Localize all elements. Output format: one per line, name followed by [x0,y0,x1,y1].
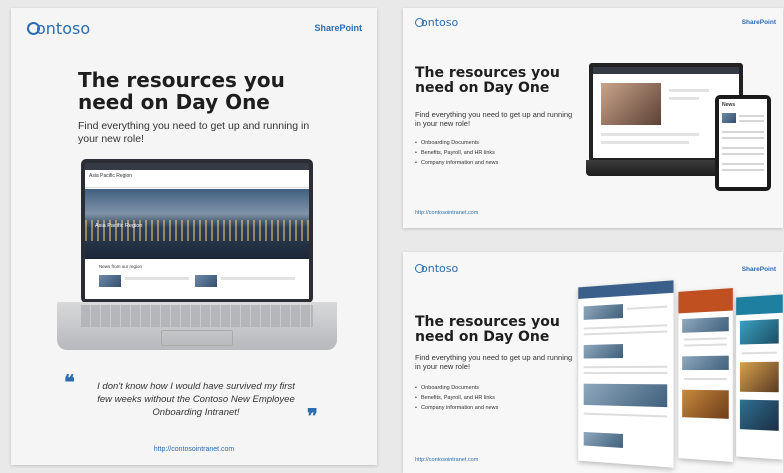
suite-bar [85,163,309,170]
page-line [741,351,777,355]
content-line [669,89,709,92]
phone-line [722,153,764,155]
flyer-subtitle: Find everything you need to get up and r… [415,110,573,128]
page-line [583,324,668,330]
intranet-link[interactable]: http://contosointranet.com [415,457,478,463]
page-image [682,355,729,371]
page-image [682,389,729,419]
page-line [583,371,668,374]
news-line [125,277,189,280]
page-header-bar [578,280,674,299]
phone-line [722,131,764,133]
site-page-preview [736,294,783,460]
feature-item: Company information and news [415,159,498,169]
news-section-title: News from our region [99,264,143,269]
phone-thumb [722,113,736,123]
page-line [684,343,727,347]
laptop-screen: Asia Pacific Region Asia Pacific Region … [81,159,313,303]
hero-image [601,83,661,125]
sharepoint-label: SharePoint [314,23,362,33]
site-header: Asia Pacific Region [85,170,309,188]
content-line [601,133,699,136]
phone-line [722,137,764,139]
logo-text: ontoso [36,19,91,38]
page-line [583,412,668,418]
page-image [739,399,779,431]
news-line [221,277,295,280]
laptop-trackpad [161,330,233,346]
feature-list: Onboarding Documents Benefits, Payroll, … [415,384,498,414]
phone-device: News [715,95,771,191]
content-line [601,141,689,144]
page-line [684,377,727,381]
feature-item: Benefits, Payroll, and HR links [415,149,498,159]
logo-text: ontoso [421,262,459,275]
intranet-link[interactable]: http://contosointranet.com [415,210,478,216]
feature-item: Benefits, Payroll, and HR links [415,394,498,404]
page-image [583,304,624,320]
page-image [583,431,624,448]
hero-label: Asia Pacific Region [95,223,143,229]
page-image [583,383,668,408]
suite-bar [593,67,739,74]
feature-item: Onboarding Documents [415,384,498,394]
portrait-flyer-card: ontoso SharePoint The resources you need… [11,8,377,465]
phone-screen: News [719,99,767,187]
page-image [739,361,779,393]
page-image [739,319,779,345]
flyer-headline: The resources you need on Day One [78,68,285,114]
page-image [682,316,729,333]
page-line [684,337,727,341]
flyer-headline: The resources you need on Day One [415,314,560,346]
phone-line [739,120,764,122]
laptop-keyboard [81,305,313,327]
phone-line [722,163,764,165]
site-page-preview [578,280,674,468]
page-line [583,330,668,336]
news-thumb [195,275,217,287]
flyer-headline: The resources you need on Day One [415,65,560,97]
phone-line [722,169,764,171]
sharepoint-label: SharePoint [741,19,776,26]
logo-text: ontoso [421,16,459,29]
landscape-pages-card: ontoso SharePoint The resources you need… [403,252,783,473]
page-header-bar [736,294,783,316]
page-line [583,365,668,369]
news-thumb [99,275,121,287]
close-quote-icon: ❞ [307,404,318,428]
feature-list: Onboarding Documents Benefits, Payroll, … [415,139,498,169]
sharepoint-site-preview: Asia Pacific Region Asia Pacific Region … [85,163,309,299]
phone-news-title: News [722,102,736,108]
phone-line [722,147,764,149]
feature-item: Company information and news [415,404,498,414]
feature-item: Onboarding Documents [415,139,498,149]
flyer-subtitle: Find everything you need to get up and r… [415,353,573,371]
contoso-logo: ontoso [415,16,458,29]
content-line [669,97,699,100]
intranet-link[interactable]: http://contosointranet.com [11,446,377,453]
sharepoint-label: SharePoint [741,266,776,273]
testimonial-quote: I don't know how I would have survived m… [97,381,295,418]
page-line [626,305,668,310]
flyer-subtitle: Find everything you need to get up and r… [78,120,310,145]
site-page-preview [678,288,733,462]
page-header-bar [678,288,733,314]
contoso-logo: ontoso [415,262,458,275]
open-quote-icon: ❝ [64,370,75,394]
contoso-logo: ontoso [27,19,90,38]
page-image [583,344,624,359]
landscape-devices-card: ontoso SharePoint The resources you need… [403,8,783,228]
phone-line [739,115,764,117]
